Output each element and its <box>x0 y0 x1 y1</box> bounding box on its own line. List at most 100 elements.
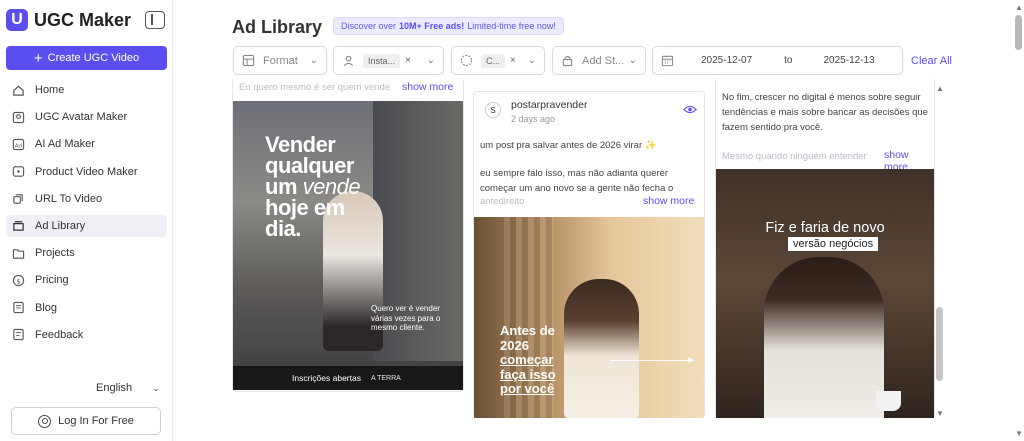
person-figure <box>764 257 884 418</box>
calendar-icon <box>661 54 674 67</box>
clear-all-link[interactable]: Clear All <box>911 55 952 67</box>
user-icon <box>38 414 52 428</box>
grid-icon <box>242 54 255 67</box>
sidebar-item-feedback[interactable]: Feedback <box>6 324 167 346</box>
sidebar-item-url-to-video[interactable]: URL To Video <box>6 188 167 210</box>
chevron-down-icon: ⌄ <box>426 55 435 66</box>
sidebar-item-label: UGC Avatar Maker <box>35 111 128 124</box>
brand[interactable]: U UGC Maker <box>6 9 131 31</box>
sidebar-collapse-icon[interactable] <box>145 11 165 29</box>
scrollbar-thumb[interactable] <box>936 307 943 381</box>
brand-name: UGC Maker <box>34 9 132 30</box>
sidebar-item-label: URL To Video <box>35 192 103 205</box>
ad-image[interactable]: Vender qualquer um vende hoje em dia. Qu… <box>233 101 463 390</box>
create-button-label: Create UGC Video <box>47 52 140 64</box>
ad-headline: Antes de 2026 começar faça isso por você <box>500 323 556 396</box>
sidebar-item-label: Projects <box>35 247 75 260</box>
status-filter[interactable]: C... × ⌄ <box>451 46 545 75</box>
svg-text:Ad: Ad <box>15 143 23 149</box>
remove-chip-icon[interactable]: × <box>405 55 411 66</box>
sidebar-item-label: AI Ad Maker <box>35 138 95 151</box>
chevron-down-icon: ⌄ <box>152 382 160 393</box>
avatar[interactable]: S <box>485 102 501 118</box>
sidebar-item-home[interactable]: Home <box>6 79 167 101</box>
library-icon <box>12 219 25 232</box>
person-figure <box>564 279 639 418</box>
video-icon <box>12 165 25 178</box>
scroll-up-icon[interactable]: ▲ <box>1015 3 1023 12</box>
sidebar-item-label: Home <box>35 84 65 96</box>
status-chip[interactable]: C... <box>481 53 506 68</box>
promo-badge[interactable]: Discover over 10M+ Free ads! Limited-tim… <box>333 17 564 35</box>
app-root: U UGC Maker + Create UGC Video Home UGC … <box>0 0 1024 441</box>
date-to[interactable]: 2025-12-13 <box>824 55 875 66</box>
content-scrollbar[interactable]: ▲ ▼ <box>935 84 945 418</box>
sidebar-item-blog[interactable]: Blog <box>6 297 167 319</box>
format-filter[interactable]: Format ⌄ <box>233 46 327 75</box>
ad-footer-text: Inscrições abertas <box>292 373 361 383</box>
sidebar-item-projects[interactable]: Projects <box>6 242 167 264</box>
plus-icon: + <box>33 49 43 67</box>
ad-subheadline: versão negócios <box>788 237 879 251</box>
show-more-link[interactable]: show more <box>639 195 695 207</box>
sidebar-item-pricing[interactable]: $ Pricing <box>6 269 167 291</box>
blog-icon <box>12 301 25 314</box>
platform-filter[interactable]: Insta... × ⌄ <box>333 46 444 75</box>
post-line-2: eu sempre falo isso, mas não adianta que… <box>480 168 668 179</box>
page-scrollbar[interactable]: ▲ ▼ <box>1013 0 1024 441</box>
card-faded-text: Eu quero mesmo é ser quem vende <box>239 82 391 93</box>
platform-icon <box>342 54 355 67</box>
sidebar-item-product-video-maker[interactable]: Product Video Maker <box>6 161 167 183</box>
link-icon <box>12 192 25 205</box>
log-in-label: Log In For Free <box>58 415 134 427</box>
date-to-separator: to <box>784 55 793 66</box>
card-faded-text: Mesmo quando ninguém entender <box>722 151 867 162</box>
scrollbar-thumb[interactable] <box>1015 15 1022 50</box>
platform-chip-label: Insta... <box>368 55 396 66</box>
pricing-icon: $ <box>12 274 25 287</box>
ad-side-text: Quero ver é vender várias vezes para o m… <box>371 304 441 332</box>
dashed-circle-icon <box>460 54 473 67</box>
cup-shape <box>876 391 901 411</box>
scroll-up-icon[interactable]: ▲ <box>936 84 944 93</box>
chevron-down-icon: ⌄ <box>527 55 536 66</box>
sidebar-item-ugc-avatar-maker[interactable]: UGC Avatar Maker <box>6 106 167 128</box>
lock-icon <box>561 54 574 67</box>
chevron-down-icon: ⌄ <box>628 55 637 66</box>
remove-chip-icon[interactable]: × <box>510 55 516 66</box>
post-author[interactable]: postarpravender <box>511 99 587 111</box>
sidebar-item-label: Pricing <box>35 274 69 287</box>
date-from[interactable]: 2025-12-07 <box>701 55 752 66</box>
sidebar-item-label: Ad Library <box>35 219 86 232</box>
status-chip-label: C... <box>486 55 501 66</box>
post-time: 2 days ago <box>511 114 556 124</box>
add-filter[interactable]: Add St... ⌄ <box>552 46 646 75</box>
avatar-icon <box>12 111 25 124</box>
sidebar-item-ad-library[interactable]: Ad Library <box>6 214 167 237</box>
platform-chip[interactable]: Insta... <box>363 53 401 68</box>
sidebar-item-label: Blog <box>35 301 58 314</box>
create-ugc-video-button[interactable]: + Create UGC Video <box>6 46 167 70</box>
eye-icon[interactable] <box>683 102 697 120</box>
language-value: English <box>96 382 133 394</box>
ad-footer: Inscrições abertas A TERRA <box>233 366 463 390</box>
ad-image[interactable]: Fiz e faria de novo versão negócios <box>716 169 934 418</box>
show-more-link[interactable]: show more <box>398 81 454 93</box>
log-in-button[interactable]: Log In For Free <box>11 407 161 435</box>
chevron-down-icon: ⌄ <box>309 55 318 66</box>
language-select[interactable]: English ⌄ <box>96 382 160 394</box>
scroll-down-icon[interactable]: ▼ <box>936 409 944 418</box>
ad-image[interactable]: Antes de 2026 começar faça isso por você <box>474 217 704 418</box>
promo-prefix: Discover over <box>341 21 397 31</box>
post-line-1: um post pra salvar antes de 2026 virar ✨ <box>480 140 657 151</box>
add-filter-label: Add St... <box>582 54 625 67</box>
date-range-picker[interactable]: 2025-12-07 to 2025-12-13 <box>652 46 903 75</box>
home-icon <box>12 84 25 97</box>
scroll-down-icon[interactable]: ▼ <box>1015 429 1023 438</box>
sidebar-item-label: Feedback <box>35 328 84 341</box>
page-title: Ad Library <box>232 17 323 37</box>
svg-text:$: $ <box>16 277 20 285</box>
ad-headline: Fiz e faria de novo <box>765 220 885 236</box>
sidebar-item-ai-ad-maker[interactable]: Ad AI Ad Maker <box>6 133 167 155</box>
folder-icon <box>12 247 25 260</box>
